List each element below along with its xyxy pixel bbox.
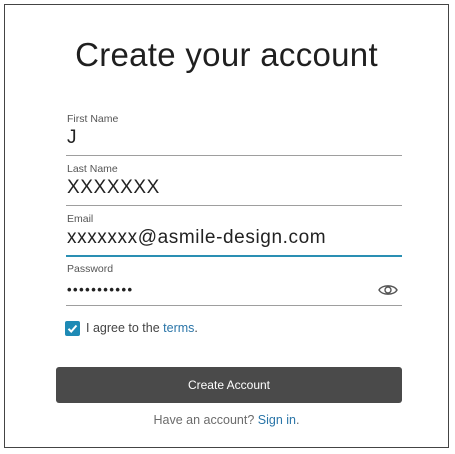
page-title: Create your account	[75, 36, 378, 73]
signin-text-suffix: .	[296, 413, 300, 427]
terms-agreement: I agree to the terms .	[65, 319, 198, 337]
terms-checkbox[interactable]	[65, 320, 80, 336]
email-input[interactable]: xxxxxxx@asmile-design.com	[67, 226, 367, 250]
eye-icon[interactable]	[378, 283, 398, 297]
terms-link[interactable]: terms	[163, 321, 194, 335]
email-field[interactable]: Email xxxxxxx@asmile-design.com	[66, 213, 402, 257]
last-name-input[interactable]: XXXXXXX	[67, 176, 367, 200]
checkmark-icon	[67, 324, 78, 333]
signup-card: Create your account First Name J Last Na…	[4, 4, 449, 448]
signin-prompt: Have an account? Sign in.	[5, 413, 448, 427]
signin-text-prefix: Have an account?	[153, 413, 258, 427]
email-label: Email	[67, 213, 94, 225]
signin-link[interactable]: Sign in	[258, 413, 296, 427]
first-name-input[interactable]: J	[67, 126, 367, 150]
terms-text-prefix: I agree to the	[86, 321, 164, 335]
first-name-label: First Name	[67, 113, 119, 125]
first-name-field[interactable]: First Name J	[66, 113, 402, 156]
terms-text-suffix: .	[194, 321, 198, 335]
password-field[interactable]: Password •••••••••••	[66, 263, 402, 306]
password-input[interactable]: •••••••••••	[67, 278, 367, 302]
last-name-label: Last Name	[67, 163, 118, 175]
last-name-field[interactable]: Last Name XXXXXXX	[66, 163, 402, 206]
password-label: Password	[67, 263, 114, 275]
create-account-button[interactable]: Create Account	[56, 367, 402, 403]
